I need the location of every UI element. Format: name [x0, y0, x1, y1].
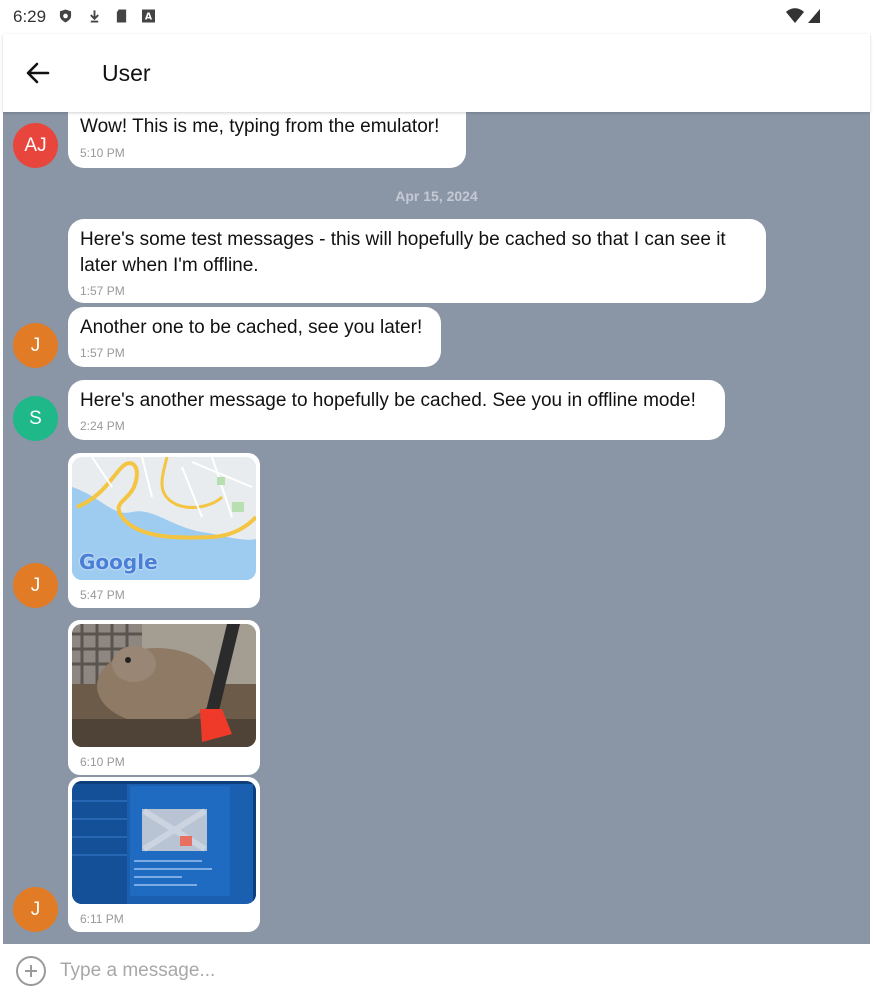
- message-bubble[interactable]: Wow! This is me, typing from the emulato…: [68, 112, 466, 168]
- message-text: Here's another message to hopefully be c…: [80, 390, 696, 411]
- shield-icon: [59, 9, 72, 23]
- plus-circle-icon[interactable]: [16, 956, 46, 986]
- avatar[interactable]: J: [13, 323, 58, 368]
- message-time: 1:57 PM: [80, 346, 125, 360]
- message-text: Wow! This is me, typing from the emulato…: [80, 116, 440, 137]
- app-bar: User: [3, 34, 870, 112]
- avatar[interactable]: S: [13, 396, 58, 441]
- message-time: 2:24 PM: [80, 419, 125, 433]
- back-arrow-icon[interactable]: [23, 58, 53, 88]
- image-message[interactable]: Google 5:47 PM: [68, 453, 260, 608]
- message-composer: [3, 944, 870, 999]
- message-input[interactable]: [60, 956, 840, 986]
- message-list[interactable]: AJ Wow! This is me, typing from the emul…: [3, 112, 870, 944]
- screen-photo[interactable]: [72, 781, 256, 904]
- image-message[interactable]: 6:10 PM: [68, 620, 260, 775]
- message-text: Here's some test messages - this will ho…: [80, 229, 726, 276]
- message-text: Another one to be cached, see you later!: [80, 317, 423, 338]
- bird-photo[interactable]: [72, 624, 256, 747]
- avatar[interactable]: J: [13, 563, 58, 608]
- app-window: 6:29 A User AJ Wow! This is me, typing f…: [3, 0, 870, 999]
- download-icon: [90, 10, 99, 23]
- letter-a-icon: A: [142, 9, 155, 23]
- message-bubble[interactable]: Another one to be cached, see you later!…: [68, 307, 441, 367]
- sd-card-icon: [116, 9, 127, 23]
- svg-text:A: A: [145, 12, 153, 23]
- wifi-signal-icons: [786, 8, 820, 23]
- wifi-icon: [786, 8, 804, 23]
- message-bubble[interactable]: Here's some test messages - this will ho…: [68, 219, 766, 303]
- message-time: 5:47 PM: [80, 588, 125, 602]
- message-time: 6:11 PM: [80, 912, 124, 926]
- message-time: 6:10 PM: [80, 755, 125, 769]
- status-time: 6:29: [13, 7, 47, 26]
- message-time: 1:57 PM: [80, 284, 125, 298]
- status-bar: 6:29 A: [3, 0, 870, 34]
- avatar[interactable]: J: [13, 887, 58, 932]
- map-image[interactable]: Google: [72, 457, 256, 580]
- page-title: User: [102, 60, 151, 86]
- image-message[interactable]: 6:11 PM: [68, 777, 260, 932]
- message-bubble[interactable]: Here's another message to hopefully be c…: [68, 380, 725, 440]
- message-time: 5:10 PM: [80, 146, 125, 160]
- signal-icon: [808, 9, 820, 23]
- date-separator: Apr 15, 2024: [395, 188, 478, 204]
- avatar[interactable]: AJ: [13, 123, 58, 168]
- google-logo: Google: [79, 550, 158, 574]
- bird-graphic: [72, 624, 256, 747]
- screen-graphic: [72, 781, 256, 904]
